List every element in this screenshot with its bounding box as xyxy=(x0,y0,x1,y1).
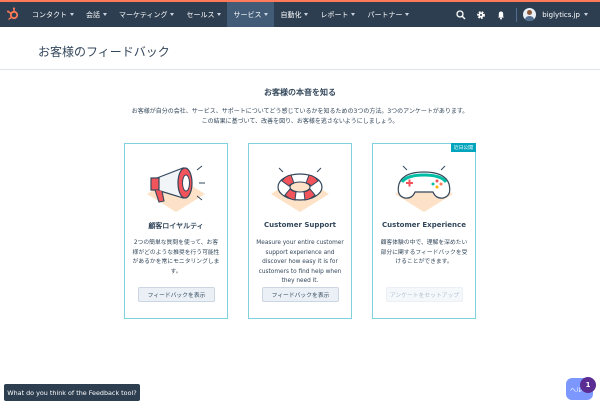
search-icon xyxy=(456,9,466,19)
nav-conversations[interactable]: 会話 xyxy=(80,2,113,27)
nav-sales[interactable]: セールス xyxy=(180,2,227,27)
hero-description-line-1: お客様が自分の会社、サービス、サポートについてどう感じているかを知るための3つの… xyxy=(131,108,469,115)
nav-conversations-label: 会話 xyxy=(86,10,100,19)
gamepad-icon xyxy=(395,165,453,212)
account-name[interactable]: biglytics.jp xyxy=(542,11,580,19)
top-right-tools: biglytics.jp xyxy=(452,2,600,27)
settings-button[interactable] xyxy=(472,2,490,27)
hero-description-line-2: この結果に基づいて、改善を図り、お客様を逃さないようにしましょう。 xyxy=(201,118,399,125)
card-description: Measure your entire customer support exp… xyxy=(256,240,344,284)
avatar[interactable] xyxy=(523,8,537,21)
nav-partner[interactable]: パートナー xyxy=(361,2,415,27)
chevron-down-icon xyxy=(103,13,107,16)
page-title: お客様のフィードバック xyxy=(38,45,170,59)
chevron-down-icon xyxy=(304,13,309,16)
chevron-down-icon xyxy=(70,13,74,16)
megaphone-icon xyxy=(147,165,205,212)
nav-automation[interactable]: 自動化 xyxy=(274,2,314,27)
notifications-button[interactable] xyxy=(492,2,510,27)
nav-automation-label: 自動化 xyxy=(280,10,302,19)
sprocket-logo-icon[interactable] xyxy=(6,7,20,21)
search-button[interactable] xyxy=(452,2,470,27)
nav-service-label: サービス xyxy=(233,10,262,19)
nav-marketing-label: マーケティング xyxy=(119,10,168,19)
coming-soon-badge: 近日公開 xyxy=(450,143,476,152)
nav-marketing[interactable]: マーケティング xyxy=(113,2,180,27)
card-customer-loyalty: 顧客ロイヤルティ 2つの簡単な質問を使って、お客様がどのような推奨を行う可能性が… xyxy=(124,143,228,319)
nav-partner-label: パートナー xyxy=(367,10,403,19)
chevron-down-icon xyxy=(405,13,410,16)
nav-contacts-label: コンタクト xyxy=(32,10,67,19)
nav-divider xyxy=(516,7,518,22)
card-customer-experience: 近日公開 Customer Experience 顧客体験の中で、理解を深めたい… xyxy=(372,143,476,319)
view-feedback-button[interactable]: フィードバックを表示 xyxy=(138,287,215,302)
card-title: Customer Experience xyxy=(382,221,466,229)
chevron-down-icon xyxy=(264,13,269,16)
chevron-down-icon xyxy=(170,13,175,16)
setup-survey-button[interactable]: アンケートをセットアップ xyxy=(386,287,463,302)
chevron-down-icon xyxy=(217,13,222,16)
view-feedback-button[interactable]: フィードバックを表示 xyxy=(262,287,339,302)
nav-reports[interactable]: レポート xyxy=(314,2,361,27)
chevron-down-icon xyxy=(351,13,356,16)
card-title: 顧客ロイヤルティ xyxy=(148,222,204,230)
gear-icon xyxy=(477,10,486,19)
page-header: お客様のフィードバック xyxy=(0,27,600,70)
card-customer-support: Customer Support Measure your entire cus… xyxy=(248,143,352,319)
card-description: 2つの簡単な質問を使って、お客様がどのような推奨を行う可能性があるかを常にモニタ… xyxy=(132,240,220,275)
top-navigation: コンタクト 会話 マーケティング セールス サービス 自動化 レポート パートナ… xyxy=(0,0,600,27)
notification-count-badge: 1 xyxy=(580,377,596,393)
nav-contacts[interactable]: コンタクト xyxy=(26,2,80,27)
nav-reports-label: レポート xyxy=(320,10,349,19)
main-nav: コンタクト 会話 マーケティング セールス サービス 自動化 レポート パートナ… xyxy=(26,2,415,27)
nav-service[interactable]: サービス xyxy=(227,2,275,27)
card-title: Customer Support xyxy=(263,221,337,229)
feedback-tool-button[interactable]: What do you think of the Feedback tool? xyxy=(4,384,140,401)
lifebuoy-icon xyxy=(271,167,329,212)
bell-icon xyxy=(498,11,505,19)
nav-sales-label: セールス xyxy=(186,10,215,19)
card-description: 顧客体験の中で、理解を深めたい部分に関するフィードバックを受けることができます。 xyxy=(380,240,468,265)
chevron-down-icon[interactable] xyxy=(584,13,588,16)
hero-title: お客様の本音を知る xyxy=(264,88,336,97)
